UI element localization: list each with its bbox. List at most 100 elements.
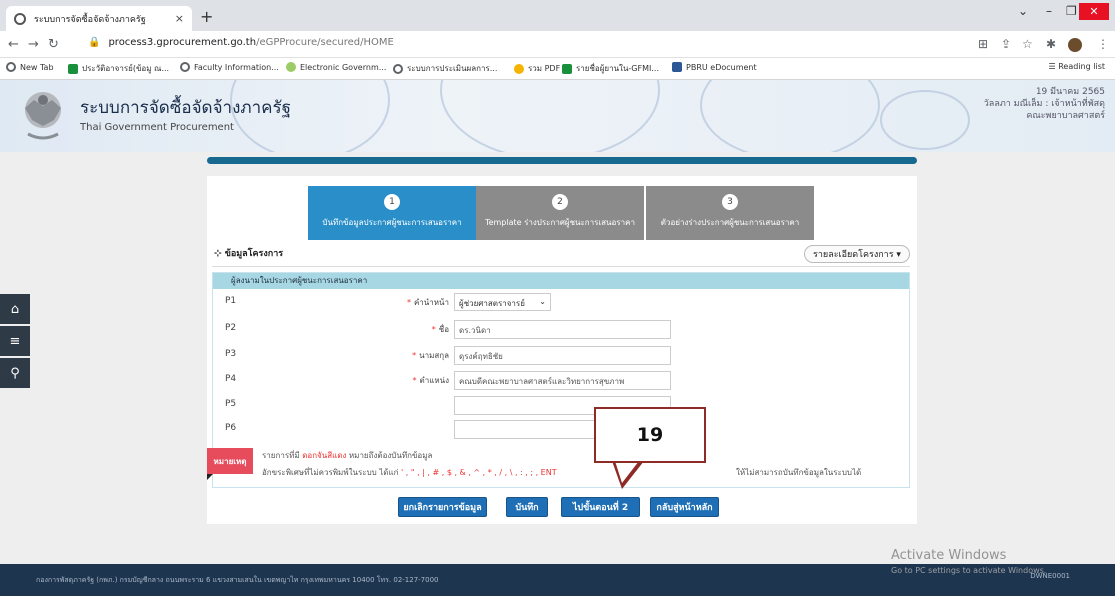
- site-title: ระบบการจัดซื้อจัดจ้างภาครัฐ: [80, 98, 292, 118]
- globe-icon: [180, 62, 190, 72]
- url-field[interactable]: 🔒 process3.gprocurement.go.th/eGPProcure/…: [88, 37, 394, 48]
- last-name-input[interactable]: ดุรงค์ฤทธิชัย: [454, 346, 671, 365]
- window-close-button[interactable]: ✕: [1079, 3, 1109, 20]
- note-fold-decoration: [207, 474, 213, 480]
- project-detail-button[interactable]: รายละเอียดโครงการ ▾: [804, 245, 910, 263]
- field-label: * ชื่อ: [431, 325, 449, 334]
- url-path: /eGPProcure/secured/HOME: [256, 37, 394, 48]
- row-code: P3: [225, 349, 237, 359]
- step-2-number: 2: [552, 194, 568, 210]
- sheets-icon: [68, 63, 78, 74]
- site-header: ระบบการจัดซื้อจัดจ้างภาครัฐ Thai Governm…: [0, 80, 1115, 152]
- globe-icon: [6, 62, 16, 72]
- required-asterisk: *: [412, 376, 417, 385]
- share-icon[interactable]: ⇪: [1001, 37, 1011, 51]
- document-icon: [672, 62, 682, 72]
- project-section-title: ⊹ ข้อมูลโครงการ: [214, 249, 284, 259]
- site-favicon-icon: [14, 12, 26, 25]
- new-tab-button[interactable]: +: [200, 7, 213, 26]
- form-row-p6: P6: [213, 419, 909, 440]
- tab-search-icon[interactable]: ⌄: [1018, 4, 1028, 18]
- field-label: * คำนำหน้า: [406, 298, 449, 307]
- bookmark-gfmis-list[interactable]: รายชื่อผู้ยานใน-GFMI...: [562, 62, 659, 75]
- reading-list-button[interactable]: ☰ Reading list: [1049, 62, 1105, 71]
- required-asterisk: *: [406, 298, 411, 307]
- row-code: P6: [225, 423, 237, 433]
- bookmark-star-icon[interactable]: ☆: [1022, 37, 1033, 51]
- note-required-text: รายการที่มี ดอกจันสีแดง หมายถึงต้องบันทึ…: [262, 451, 433, 460]
- divider: [212, 266, 910, 267]
- progress-bar: [207, 157, 917, 164]
- activate-windows-title: Activate Windows: [891, 548, 1007, 563]
- address-bar: ← → ↻ 🔒 process3.gprocurement.go.th/eGPPr…: [0, 31, 1115, 58]
- profile-avatar[interactable]: [1068, 38, 1082, 52]
- reading-list-icon: ☰: [1048, 62, 1059, 71]
- browser-tab[interactable]: ระบบการจัดซื้อจัดจ้างภาครัฐ ×: [6, 6, 192, 31]
- row-code: P4: [225, 374, 237, 384]
- header-decoration: [700, 80, 880, 152]
- note-tag: หมายเหตุ: [207, 448, 253, 474]
- bookmark-pbru-edocument[interactable]: PBRU eDocument: [672, 62, 757, 72]
- save-button[interactable]: บันทึก: [506, 497, 548, 517]
- title-select[interactable]: ผู้ช่วยศาสตราจารย์ ⌄: [454, 293, 551, 311]
- step-2-tab[interactable]: 2 Template ร่างประกาศผู้ชนะการเสนอราคา: [476, 186, 644, 240]
- field-label: * ตำแหน่ง: [412, 376, 450, 385]
- row-code: P1: [225, 296, 237, 306]
- step-1-number: 1: [384, 194, 400, 210]
- translate-icon[interactable]: ⊞: [978, 37, 988, 51]
- back-home-button[interactable]: กลับสู่หน้าหลัก: [650, 497, 719, 517]
- bookmark-new-tab[interactable]: New Tab: [6, 62, 54, 72]
- side-menu: ⌂ ≡ ⚲: [0, 294, 30, 390]
- user-department: คณะพยาบาลศาสตร์: [1026, 111, 1105, 121]
- bookmark-e-government[interactable]: Electronic Governm...: [286, 62, 386, 72]
- minimize-icon[interactable]: –: [1046, 4, 1052, 18]
- bookmark-evaluation[interactable]: ระบบการประเมินผลการ...: [393, 62, 497, 75]
- step-callout: 19: [594, 407, 706, 463]
- step-3-number: 3: [722, 194, 738, 210]
- search-icon[interactable]: ⚲: [0, 358, 30, 388]
- user-name[interactable]: วัลลภา มณีเล็ม : เจ้าหน้าที่พัสดุ: [984, 98, 1105, 110]
- next-step-button[interactable]: ไปขั้นตอนที่ 2: [561, 497, 640, 517]
- url-host: process3.gprocurement.go.th: [108, 37, 257, 48]
- note-special-chars-suffix: ให้ไม่สามารถบันทึกข้อมูลในระบบได้: [736, 468, 862, 477]
- bookmark-teacher-history[interactable]: ประวัติอาจารย์(ข้อมู ณ...: [68, 62, 169, 75]
- callout-pointer-inner: [615, 461, 639, 483]
- required-asterisk: *: [431, 325, 436, 334]
- user-info: 19 มีนาคม 2565 วัลลภา มณีเล็ม : เจ้าหน้า…: [984, 86, 1105, 122]
- home-icon[interactable]: ⌂: [0, 294, 30, 324]
- field-label: * นามสกุล: [412, 351, 449, 360]
- form-row-p1: P1 * คำนำหน้า ผู้ช่วยศาสตราจารย์ ⌄: [213, 292, 909, 313]
- step-1-tab[interactable]: 1 บันทึกข้อมูลประกาศผู้ชนะการเสนอราคา: [308, 186, 476, 240]
- bookmark-faculty-info[interactable]: Faculty Information...: [180, 62, 279, 72]
- maximize-icon[interactable]: ❐: [1066, 4, 1077, 18]
- forward-icon[interactable]: →: [28, 37, 39, 52]
- lock-icon: 🔒: [88, 37, 101, 48]
- note-special-chars-text: อักขระพิเศษที่ไม่ควรพิมพ์ในระบบ ได้แก่ '…: [262, 468, 557, 477]
- header-decoration: [440, 80, 660, 152]
- extensions-icon[interactable]: ✱: [1046, 37, 1056, 51]
- required-asterisk: *: [412, 351, 417, 360]
- menu-kebab-icon[interactable]: ⋮: [1097, 37, 1109, 51]
- globe-icon: [393, 63, 403, 74]
- browser-tab-bar: ระบบการจัดซื้อจัดจ้างภาครัฐ × + ⌄ – ❐ ✕: [0, 0, 1115, 31]
- tab-title: ระบบการจัดซื้อจัดจ้างภาครัฐ: [34, 14, 146, 25]
- leaf-icon: [286, 62, 296, 72]
- row-code: P5: [225, 399, 237, 409]
- position-input[interactable]: คณบดีคณะพยาบาลศาสตร์และวิทยาการสุขภาพ: [454, 371, 671, 390]
- tab-close-icon[interactable]: ×: [175, 12, 184, 25]
- sheets-icon: [562, 63, 572, 74]
- back-icon[interactable]: ←: [8, 37, 19, 52]
- menu-icon[interactable]: ≡: [0, 326, 30, 356]
- garuda-logo-icon: [25, 92, 61, 140]
- step-3-tab[interactable]: 3 ตัวอย่างร่างประกาศผู้ชนะการเสนอราคา: [646, 186, 814, 240]
- chevron-down-icon: ⌄: [539, 297, 546, 306]
- form-row-p5: P5: [213, 395, 909, 416]
- reload-icon[interactable]: ↻: [48, 37, 59, 52]
- first-name-input[interactable]: ดร.วนิดา: [454, 320, 671, 339]
- sitemap-icon: ⊹: [214, 249, 225, 259]
- step-2-label: Template ร่างประกาศผู้ชนะการเสนอราคา: [485, 218, 635, 227]
- form-row-p4: P4 * ตำแหน่ง คณบดีคณะพยาบาลศาสตร์และวิทยา…: [213, 370, 909, 391]
- bookmark-merge-pdf[interactable]: รวม PDF: [514, 62, 560, 75]
- form-row-p3: P3 * นามสกุล ดุรงค์ฤทธิชัย: [213, 345, 909, 366]
- cancel-button[interactable]: ยกเลิกรายการข้อมูล: [398, 497, 487, 517]
